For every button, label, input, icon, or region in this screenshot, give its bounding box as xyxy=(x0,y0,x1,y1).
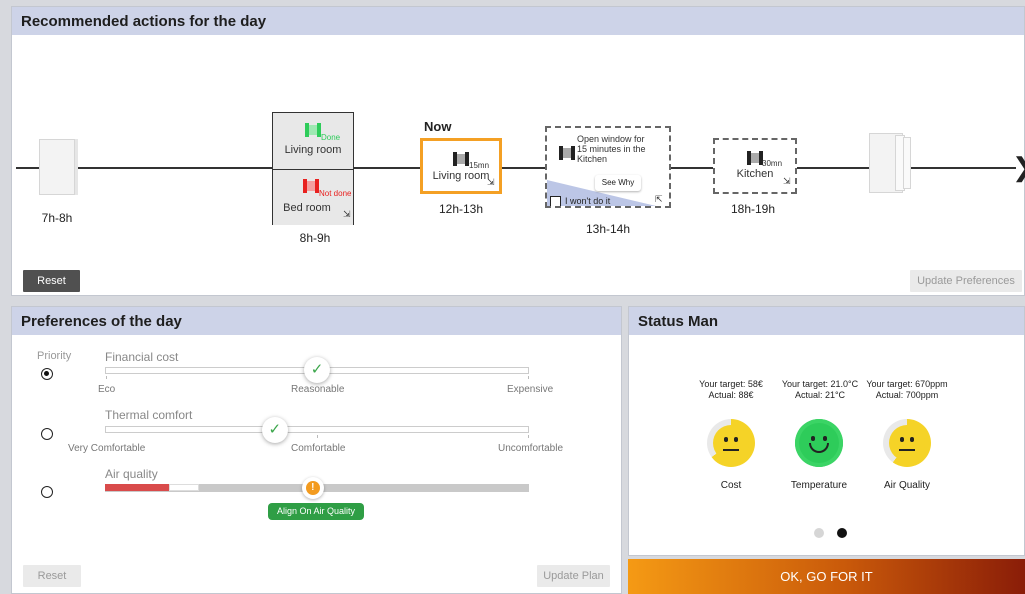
temperature-target: Your target: 21.0°C xyxy=(781,379,859,389)
financial-mid-label: Reasonable xyxy=(291,384,345,395)
thermal-low-label: Very Comfortable xyxy=(68,443,146,454)
cost-actual: Actual: 88€ xyxy=(708,390,754,400)
go-for-it-button[interactable]: OK, GO FOR IT xyxy=(628,559,1025,594)
status-panel: Status Man Your target: 58€ Actual: 88€ … xyxy=(628,306,1025,556)
collapse-icon[interactable]: ⇱ xyxy=(655,194,663,205)
bed-room-not-done-card[interactable]: Not done Bed room ⇲ xyxy=(273,169,353,225)
suggestion-text: Open window for 15 minutes in the Kitche… xyxy=(577,134,646,164)
thermal-comfort-slider[interactable]: ✓ xyxy=(105,417,529,443)
page-dot-1[interactable] xyxy=(814,528,824,538)
air-quality-neutral-face-icon xyxy=(883,419,931,467)
slider-check-knob[interactable]: ✓ xyxy=(261,417,288,443)
window-icon xyxy=(747,151,763,165)
wont-do-checkbox[interactable] xyxy=(550,196,561,206)
preferences-panel: Preferences of the day Priority Financia… xyxy=(11,306,622,594)
expand-icon[interactable]: ⇲ xyxy=(783,176,791,187)
recommended-actions-title: Recommended actions for the day xyxy=(12,7,1024,35)
see-why-button[interactable]: See Why xyxy=(595,175,641,191)
warning-icon: ! xyxy=(305,481,320,495)
priority-radio-thermal[interactable] xyxy=(41,428,53,440)
air-quality-label: Air Quality xyxy=(883,480,931,491)
update-preferences-button[interactable]: Update Preferences xyxy=(910,270,1022,292)
slot-8h-9h-time: 8h-9h xyxy=(299,231,331,245)
air-quality-actual: Actual: 700ppm xyxy=(875,390,939,400)
air-quality-warning-knob[interactable]: ! xyxy=(301,477,324,499)
now-action-card[interactable]: 15mn Living room ⇲ xyxy=(420,138,502,194)
recommended-actions-panel: Recommended actions for the day ❯ 7h-8h … xyxy=(11,6,1025,296)
kitchen-action-card[interactable]: 30mn Kitchen ⇲ xyxy=(713,138,797,194)
open-window-suggestion-card[interactable]: Open window for 15 minutes in the Kitche… xyxy=(545,126,671,208)
financial-cost-title: Financial cost xyxy=(105,350,179,364)
thermal-comfort-title: Thermal comfort xyxy=(105,408,193,422)
now-label: Now xyxy=(424,119,452,134)
air-quality-bar[interactable]: ! xyxy=(105,477,529,499)
expand-icon[interactable]: ⇲ xyxy=(343,209,351,220)
window-icon xyxy=(453,152,469,166)
bed-room-label: Bed room xyxy=(283,202,331,214)
cost-target: Your target: 58€ xyxy=(699,379,763,389)
cost-neutral-face-icon xyxy=(707,419,755,467)
window-icon xyxy=(559,146,575,160)
reset-actions-button[interactable]: Reset xyxy=(23,270,80,292)
air-quality-target: Your target: 670ppm xyxy=(866,379,948,389)
priority-radio-air[interactable] xyxy=(41,486,53,498)
slot-18h-19h-time: 18h-19h xyxy=(730,202,776,216)
living-room-done-card[interactable]: Done Living room xyxy=(273,113,353,169)
air-quality-title: Air quality xyxy=(105,467,158,481)
expand-icon[interactable]: ⇲ xyxy=(487,177,495,188)
cost-targets: Your target: 58€ Actual: 88€ xyxy=(686,379,776,401)
air-quality-bad-segment xyxy=(105,484,169,491)
temperature-happy-face-icon xyxy=(795,419,843,467)
priority-label: Priority xyxy=(37,350,72,362)
financial-high-label: Expensive xyxy=(507,384,554,395)
air-quality-targets: Your target: 670ppm Actual: 700ppm xyxy=(862,379,952,401)
slot-8h-9h-group: Done Living room Not done Bed room ⇲ xyxy=(272,112,354,225)
align-on-air-quality-button[interactable]: Align On Air Quality xyxy=(268,503,364,520)
update-plan-button[interactable]: Update Plan xyxy=(537,565,610,587)
slot-13h-14h-time: 13h-14h xyxy=(585,222,631,236)
temperature-actual: Actual: 21°C xyxy=(794,390,846,400)
reset-preferences-button[interactable]: Reset xyxy=(23,565,81,587)
not-done-status: Not done xyxy=(319,189,352,198)
air-quality-white-segment xyxy=(169,484,199,491)
priority-radio-financial[interactable] xyxy=(41,368,53,380)
temperature-label: Temperature xyxy=(790,480,848,491)
slider-check-knob[interactable]: ✓ xyxy=(304,357,330,383)
financial-cost-slider[interactable]: ✓ xyxy=(105,357,529,383)
page-dot-2[interactable] xyxy=(837,528,847,538)
cost-label: Cost xyxy=(720,480,742,491)
duration-label: 15mn xyxy=(469,161,490,170)
status-title: Status Man xyxy=(629,307,1024,335)
timeline-line xyxy=(16,167,1016,169)
done-status: Done xyxy=(321,133,341,142)
slot-7h-8h-time: 7h-8h xyxy=(41,211,73,225)
thermal-high-label: Uncomfortable xyxy=(498,443,564,454)
temperature-targets: Your target: 21.0°C Actual: 21°C xyxy=(775,379,865,401)
preferences-title: Preferences of the day xyxy=(12,307,621,335)
thermal-mid-label: Comfortable xyxy=(291,443,346,454)
window-open-icon xyxy=(303,179,319,193)
wont-do-label: I won't do it xyxy=(565,196,611,206)
financial-low-label: Eco xyxy=(98,384,116,395)
living-room-label: Living room xyxy=(284,144,342,156)
slot-12h-13h-time: 12h-13h xyxy=(438,202,484,216)
timeline-arrow-icon: ❯ xyxy=(1012,152,1025,182)
window-open-icon xyxy=(305,123,321,137)
duration-label: 30mn xyxy=(762,159,783,168)
